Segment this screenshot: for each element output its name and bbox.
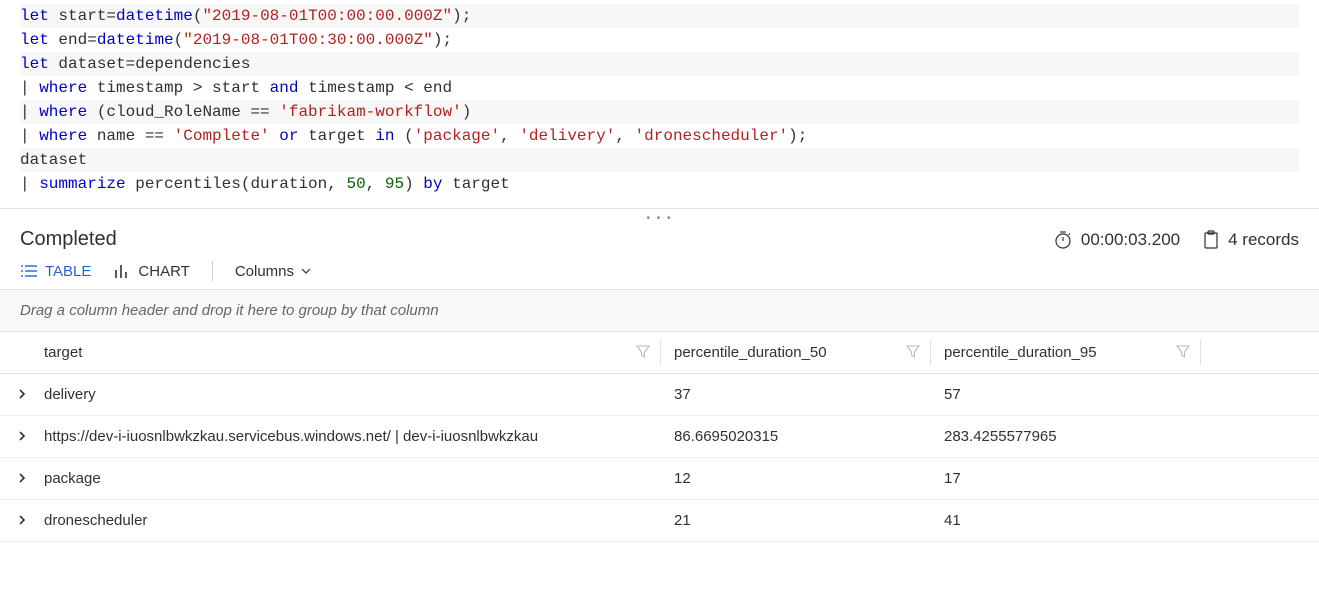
header-expander xyxy=(0,332,30,374)
table-row: package1217 xyxy=(0,458,1319,500)
table-row: https://dev-i-iuosnlbwkzkau.servicebus.w… xyxy=(0,416,1319,458)
query-editor[interactable]: let start=datetime("2019-08-01T00:00:00.… xyxy=(0,0,1319,209)
table-icon xyxy=(20,264,38,278)
columns-label: Columns xyxy=(235,263,294,280)
results-table: target percentile_duration_50 percentile… xyxy=(0,332,1319,542)
row-expander[interactable] xyxy=(17,386,27,403)
status-records: 4 records xyxy=(1202,230,1299,250)
clipboard-icon xyxy=(1202,230,1220,250)
tab-chart-label: CHART xyxy=(138,263,189,280)
header-target[interactable]: target xyxy=(30,332,660,374)
status-bar: Completed 00:00:03.200 4 records xyxy=(0,224,1319,261)
header-spacer xyxy=(1200,332,1319,374)
cell-p50: 37 xyxy=(660,374,930,416)
header-p95[interactable]: percentile_duration_95 xyxy=(930,332,1200,374)
columns-button[interactable]: Columns xyxy=(235,263,312,280)
stopwatch-icon xyxy=(1053,230,1073,250)
cell-p50: 86.6695020315 xyxy=(660,416,930,458)
tab-chart[interactable]: CHART xyxy=(113,263,189,280)
cell-p95: 41 xyxy=(930,500,1200,542)
view-tabs: TABLE CHART Columns xyxy=(0,261,1319,289)
row-expander[interactable] xyxy=(17,512,27,529)
table-row: dronescheduler2141 xyxy=(0,500,1319,542)
tab-table-label: TABLE xyxy=(45,263,91,280)
cell-p50: 12 xyxy=(660,458,930,500)
table-row: delivery3757 xyxy=(0,374,1319,416)
cell-p95: 57 xyxy=(930,374,1200,416)
chevron-down-icon xyxy=(300,265,312,277)
filter-icon[interactable] xyxy=(1176,344,1190,362)
row-expander[interactable] xyxy=(17,428,27,445)
group-drop-zone[interactable]: Drag a column header and drop it here to… xyxy=(0,289,1319,332)
pane-resize-handle[interactable]: • • • xyxy=(0,209,1319,224)
filter-icon[interactable] xyxy=(636,344,650,362)
cell-target: https://dev-i-iuosnlbwkzkau.servicebus.w… xyxy=(30,416,660,458)
cell-target: delivery xyxy=(30,374,660,416)
header-p50[interactable]: percentile_duration_50 xyxy=(660,332,930,374)
tab-table[interactable]: TABLE xyxy=(20,263,91,280)
cell-target: dronescheduler xyxy=(30,500,660,542)
filter-icon[interactable] xyxy=(906,344,920,362)
status-text: Completed xyxy=(20,228,1031,251)
cell-p95: 283.4255577965 xyxy=(930,416,1200,458)
chart-icon xyxy=(113,263,131,279)
cell-target: package xyxy=(30,458,660,500)
cell-p50: 21 xyxy=(660,500,930,542)
status-duration: 00:00:03.200 xyxy=(1053,230,1180,250)
divider xyxy=(212,261,213,281)
row-expander[interactable] xyxy=(17,470,27,487)
cell-p95: 17 xyxy=(930,458,1200,500)
